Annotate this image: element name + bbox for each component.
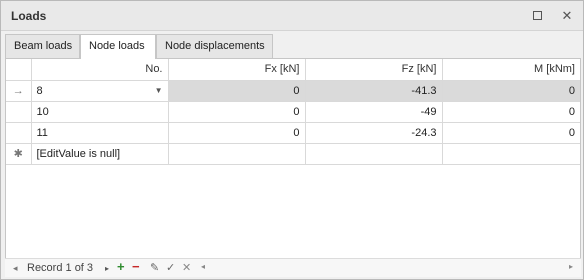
record-indicator: Record 1 of 3	[27, 262, 94, 274]
tab-node-displacements[interactable]: Node displacements	[156, 34, 273, 58]
cell-fz[interactable]: -49	[304, 100, 443, 123]
table-row[interactable]: → 8 ▼ 0 -41.3 0	[6, 79, 580, 102]
cell-fx[interactable]: 0	[167, 121, 306, 144]
node-loads-panel: No. Fx [kN] Fz [kN] M [kNm] → 8 ▼ 0 -41.3…	[5, 58, 581, 277]
edit-record-icon[interactable]: ✎	[150, 261, 159, 276]
window-title: Loads	[11, 9, 47, 23]
tab-node-loads[interactable]: Node loads	[80, 34, 156, 59]
tab-beam-loads[interactable]: Beam loads	[5, 34, 80, 58]
cell-fx[interactable]: 0	[167, 100, 306, 123]
cell-no[interactable]: 11	[30, 121, 169, 144]
scroll-right-icon[interactable]: ▸	[569, 262, 573, 271]
chevron-down-icon[interactable]: ▼	[155, 86, 163, 95]
new-row-asterisk-icon: ✱	[6, 142, 32, 165]
column-header-no[interactable]: No.	[30, 59, 169, 81]
column-header-fz[interactable]: Fz [kN]	[304, 59, 443, 81]
delete-record-icon[interactable]: −	[132, 259, 140, 274]
end-edit-icon[interactable]: ✓	[166, 261, 175, 276]
first-record-icon[interactable]: ◂	[13, 261, 18, 276]
loads-window: Loads ✕ Beam loads Node loads Node displ…	[0, 0, 584, 280]
scroll-left-icon[interactable]: ◂	[201, 262, 205, 271]
cell-no: 8	[36, 84, 43, 97]
next-record-icon[interactable]: ▸	[105, 261, 109, 276]
cell-m[interactable]: 0	[441, 79, 580, 102]
cell-m[interactable]: 0	[441, 100, 580, 123]
column-header-m[interactable]: M [kNm]	[441, 59, 580, 81]
row-indicator[interactable]	[6, 121, 32, 144]
new-row-no-cell[interactable]: [EditValue is null]	[30, 142, 169, 165]
new-row-fz-cell[interactable]	[304, 142, 443, 165]
close-icon[interactable]: ✕	[559, 8, 575, 24]
add-record-icon[interactable]: +	[117, 259, 125, 274]
new-item-row[interactable]: ✱ [EditValue is null]	[6, 142, 580, 165]
header-row: No. Fx [kN] Fz [kN] M [kNm]	[6, 59, 580, 81]
horizontal-scrollbar[interactable]: ◂ ▸	[198, 261, 576, 275]
new-row-fx-cell[interactable]	[167, 142, 306, 165]
node-loads-grid: No. Fx [kN] Fz [kN] M [kNm] → 8 ▼ 0 -41.3…	[6, 59, 580, 165]
new-row-m-cell[interactable]	[441, 142, 580, 165]
node-number-dropdown[interactable]: 8 ▼	[30, 79, 169, 102]
cell-no[interactable]: 10	[30, 100, 169, 123]
row-indicator[interactable]	[6, 100, 32, 123]
maximize-icon[interactable]	[529, 8, 545, 24]
cell-fx[interactable]: 0	[167, 79, 306, 102]
data-navigator: ◂ Record 1 of 3 ▸ + − ✎ ✓ ✕ ◂ ▸	[5, 258, 581, 277]
row-indicator-header	[6, 59, 32, 81]
cell-fz[interactable]: -41.3	[304, 79, 443, 102]
cell-m[interactable]: 0	[441, 121, 580, 144]
column-header-fx[interactable]: Fx [kN]	[167, 59, 306, 81]
current-row-arrow-icon: →	[6, 79, 32, 102]
cancel-edit-icon[interactable]: ✕	[182, 261, 191, 276]
cell-fz[interactable]: -24.3	[304, 121, 443, 144]
table-row[interactable]: 11 0 -24.3 0	[6, 121, 580, 144]
title-bar: Loads ✕	[1, 1, 583, 31]
table-row[interactable]: 10 0 -49 0	[6, 100, 580, 123]
